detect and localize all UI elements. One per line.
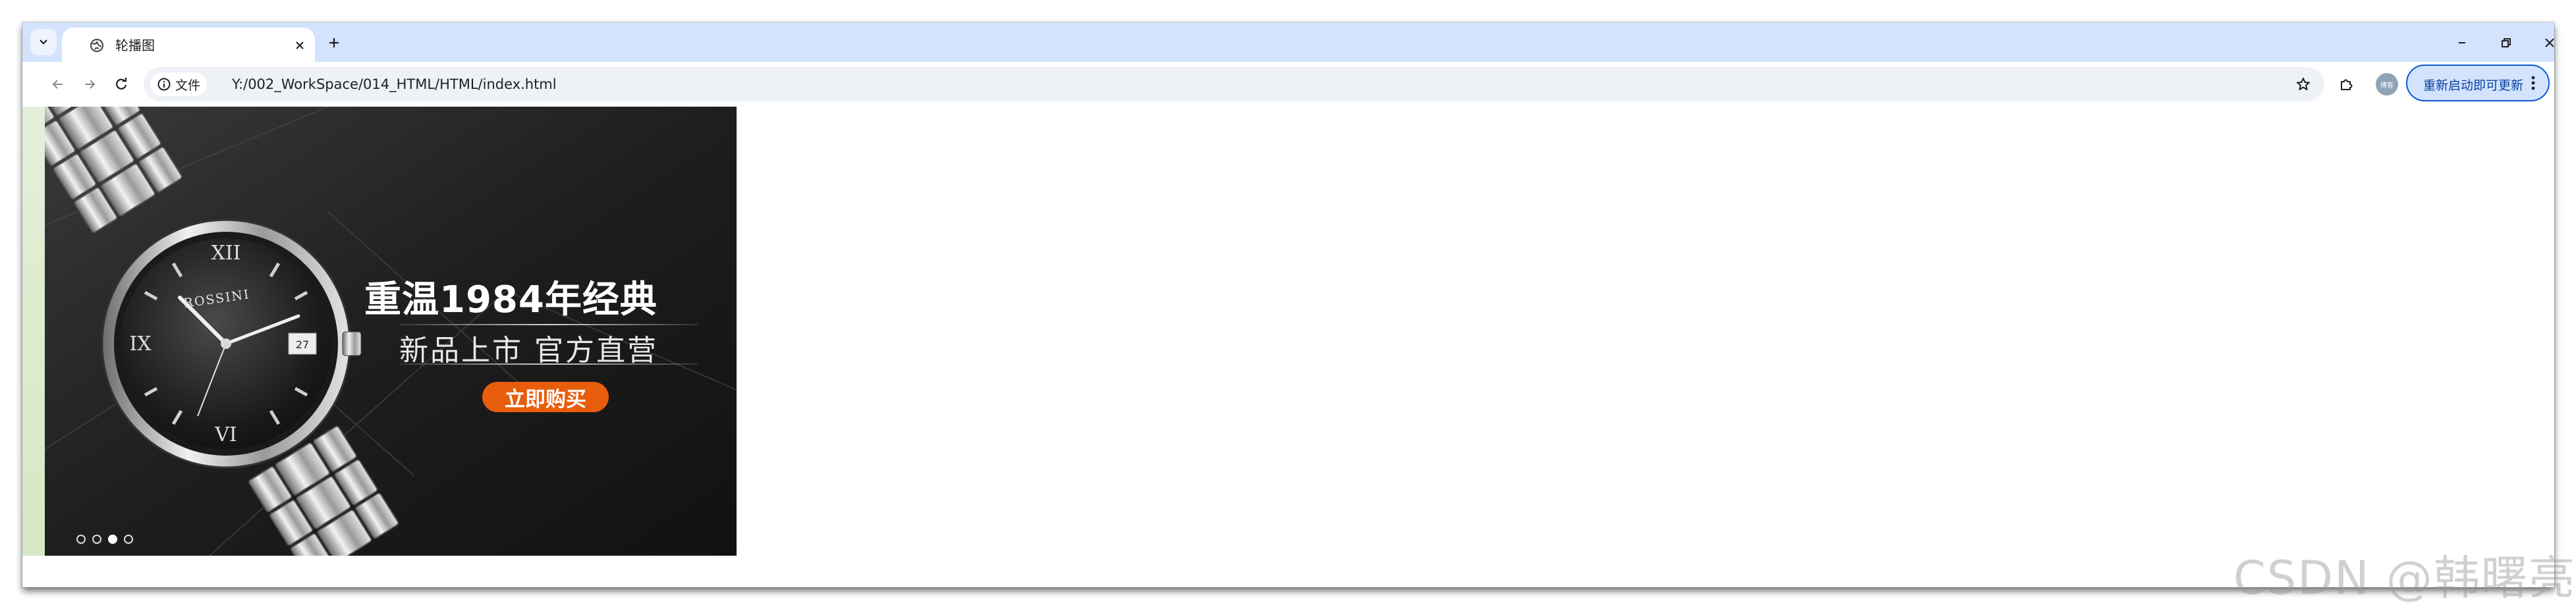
profile-initials: 博客 — [2380, 82, 2394, 90]
toolbar: 文件 Y:/002_WorkSpace/014_HTML/HTML/index.… — [22, 62, 2554, 107]
address-bar[interactable]: 文件 Y:/002_WorkSpace/014_HTML/HTML/index.… — [144, 67, 2324, 101]
carousel-dot[interactable] — [124, 535, 133, 544]
new-tab-button[interactable] — [323, 32, 345, 54]
menu-button[interactable] — [2527, 74, 2539, 92]
url-text[interactable]: Y:/002_WorkSpace/014_HTML/HTML/index.htm… — [232, 76, 557, 93]
reload-icon — [116, 78, 127, 90]
browser-window: 轮播图 文件 Y:/002_WorkSpace/014_HTML/HTML/in… — [22, 22, 2554, 587]
watermark: CSDN @韩曙亮 — [2233, 551, 2576, 605]
bookmark-button[interactable] — [2293, 74, 2314, 95]
buy-now-button[interactable]: 立即购买 — [482, 382, 609, 412]
site-info-chip[interactable]: 文件 — [150, 72, 207, 96]
globe-icon — [90, 39, 103, 52]
arrow-right-icon — [85, 80, 96, 89]
carousel-indicators — [76, 535, 133, 546]
more-vertical-icon — [2531, 76, 2535, 90]
tab-close-button[interactable] — [291, 37, 308, 54]
svg-text:VI: VI — [214, 423, 237, 446]
carousel[interactable]: XII VI IX 27 ROSSINI 重温1984年经典 新品上市 官方直营… — [45, 107, 737, 556]
svg-text:IX: IX — [129, 332, 152, 356]
back-button[interactable] — [45, 71, 71, 97]
carousel-dot[interactable] — [76, 535, 86, 544]
slide-subline: 新品上市 官方直营 — [399, 334, 658, 367]
update-button[interactable]: 重新启动即可更新 — [2406, 65, 2550, 101]
close-icon — [2545, 38, 2554, 47]
minimize-button[interactable] — [2449, 32, 2475, 54]
background-strip — [22, 107, 45, 556]
window-close-button[interactable] — [2536, 32, 2563, 54]
restore-icon — [2502, 38, 2511, 47]
puzzle-icon — [2341, 79, 2353, 90]
divider — [399, 363, 698, 365]
restore-button[interactable] — [2493, 32, 2519, 54]
svg-text:XII: XII — [211, 242, 240, 265]
forward-button[interactable] — [76, 71, 103, 97]
page-viewport: XII VI IX 27 ROSSINI 重温1984年经典 新品上市 官方直营… — [22, 107, 2554, 587]
tab-active[interactable]: 轮播图 — [62, 28, 315, 62]
extensions-button[interactable] — [2333, 71, 2359, 97]
tab-strip: 轮播图 — [22, 22, 2554, 62]
chevron-down-icon — [40, 40, 47, 45]
security-label: 文件 — [175, 78, 201, 93]
reload-button[interactable] — [108, 71, 134, 97]
tab-search-button[interactable] — [30, 29, 57, 55]
close-icon — [296, 41, 304, 49]
slide-headline: 重温1984年经典 — [364, 279, 658, 321]
tab-title: 轮播图 — [115, 38, 155, 53]
minimize-icon — [2459, 42, 2465, 43]
arrow-left-icon — [52, 80, 63, 89]
svg-text:27: 27 — [296, 338, 309, 351]
plus-icon — [329, 38, 339, 47]
update-label: 重新启动即可更新 — [2423, 78, 2524, 93]
carousel-dot-active[interactable] — [108, 535, 117, 544]
carousel-dot[interactable] — [92, 535, 101, 544]
info-icon — [157, 78, 171, 91]
divider — [399, 324, 698, 325]
profile-avatar[interactable]: 博客 — [2376, 73, 2398, 95]
star-icon — [2297, 78, 2310, 90]
